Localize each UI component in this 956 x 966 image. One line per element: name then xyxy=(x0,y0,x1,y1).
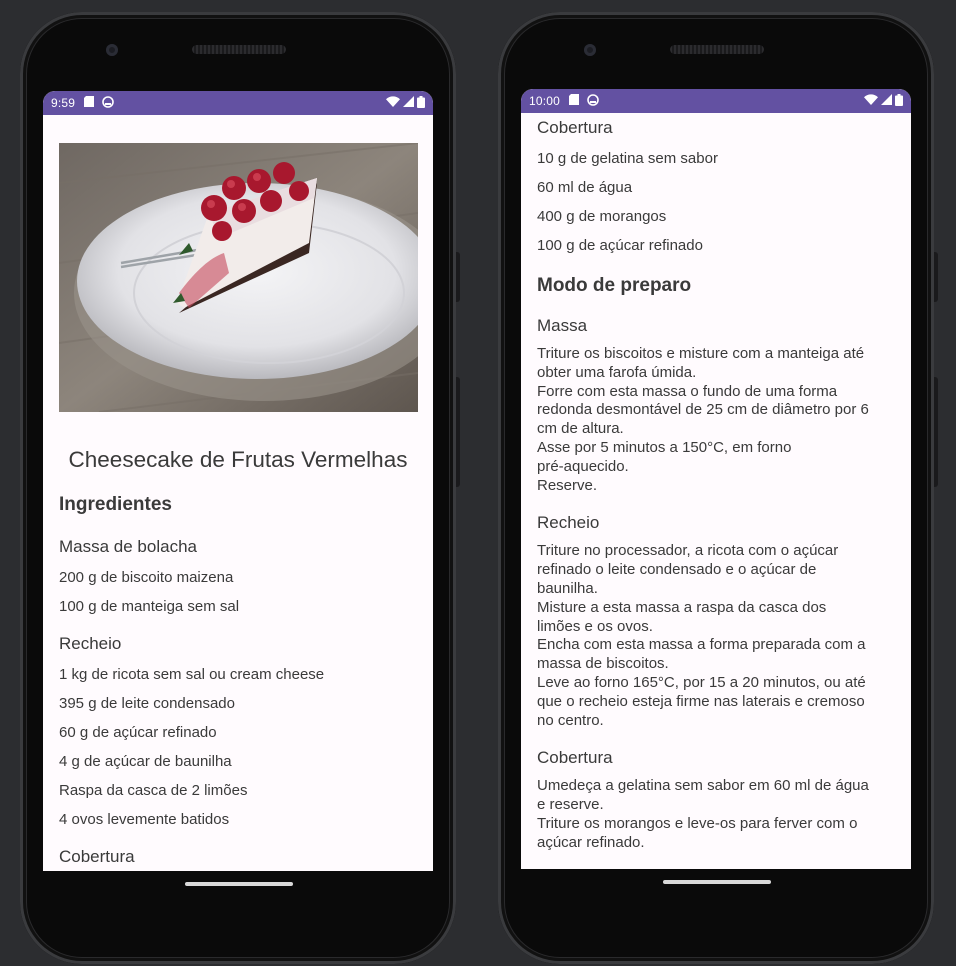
phone-frame-left: 9:59 Cheesecake de Frutas Vermelhas Ingr… xyxy=(20,12,460,964)
battery-icon xyxy=(895,93,903,109)
step-heading-recheio: Recheio xyxy=(537,513,600,533)
battery-icon xyxy=(417,95,425,111)
ingredient-item: 60 g de açúcar refinado xyxy=(59,724,217,741)
app-screen-left[interactable]: 9:59 Cheesecake de Frutas Vermelhas Ingr… xyxy=(43,91,433,871)
cellular-signal-icon xyxy=(881,94,892,108)
home-gesture-bar[interactable] xyxy=(663,880,771,884)
ingredient-item: 395 g de leite condensado xyxy=(59,695,235,712)
ingredient-item: 60 ml de água xyxy=(537,179,633,196)
front-camera-icon xyxy=(584,44,596,56)
step-heading-cobertura: Cobertura xyxy=(537,748,613,768)
status-time: 10:00 xyxy=(529,94,561,108)
recipe-content[interactable]: Cheesecake de Frutas Vermelhas Ingredien… xyxy=(43,143,433,867)
step-heading-massa: Massa xyxy=(537,316,588,335)
ingredient-item: 400 g de morangos xyxy=(537,208,667,225)
volume-button xyxy=(934,377,938,487)
speaker-grille xyxy=(192,45,286,54)
ingredient-item: 10 g de gelatina sem sabor xyxy=(537,150,718,167)
step-text-massa: Triture os biscoitos e misture com a man… xyxy=(537,345,869,494)
massa-heading: Massa de bolacha xyxy=(59,537,197,556)
wifi-icon xyxy=(386,96,400,110)
step-text-cobertura: Umedeça a gelatina sem sabor em 60 ml de… xyxy=(537,777,869,851)
volume-button xyxy=(456,377,460,487)
app-screen-right[interactable]: 10:00 Cobertura 10 g de gelatina sem sab… xyxy=(521,89,911,869)
cobertura-heading: Cobertura xyxy=(59,847,135,866)
android-debug-icon xyxy=(102,95,114,111)
preparo-heading: Modo de preparo xyxy=(537,275,692,296)
sd-card-icon xyxy=(84,96,95,110)
step-text-recheio: Triture no processador, a ricota com o a… xyxy=(537,542,866,729)
ingredient-item: 4 g de açúcar de baunilha xyxy=(59,753,232,770)
ingredient-item: Raspa da casca de 2 limões xyxy=(59,782,248,799)
sd-card-icon xyxy=(569,94,580,108)
recipe-title: Cheesecake de Frutas Vermelhas xyxy=(68,447,408,472)
status-bar: 9:59 xyxy=(43,91,433,115)
home-gesture-bar[interactable] xyxy=(185,882,293,886)
ingredient-item: 100 g de manteiga sem sal xyxy=(59,598,240,615)
wifi-icon xyxy=(864,94,878,108)
ingredient-item: 1 kg de ricota sem sal ou cream cheese xyxy=(59,666,325,683)
ingredients-heading: Ingredientes xyxy=(59,494,172,515)
power-button xyxy=(456,252,460,302)
ingredient-item: 200 g de biscoito maizena xyxy=(59,569,234,586)
cellular-signal-icon xyxy=(403,96,414,110)
recheio-heading: Recheio xyxy=(59,634,122,653)
status-time: 9:59 xyxy=(51,96,76,110)
phone-frame-right: 10:00 Cobertura 10 g de gelatina sem sab… xyxy=(498,12,938,964)
ingredient-item: 4 ovos levemente batidos xyxy=(59,811,230,828)
recipe-content[interactable]: Cobertura 10 g de gelatina sem sabor 60 … xyxy=(521,118,911,853)
cheesecake-photo xyxy=(59,143,418,412)
status-bar: 10:00 xyxy=(521,89,911,113)
ingredient-item: 100 g de açúcar refinado xyxy=(537,237,703,254)
speaker-grille xyxy=(670,45,764,54)
cobertura-heading: Cobertura xyxy=(537,118,613,137)
android-debug-icon xyxy=(587,93,599,109)
front-camera-icon xyxy=(106,44,118,56)
power-button xyxy=(934,252,938,302)
